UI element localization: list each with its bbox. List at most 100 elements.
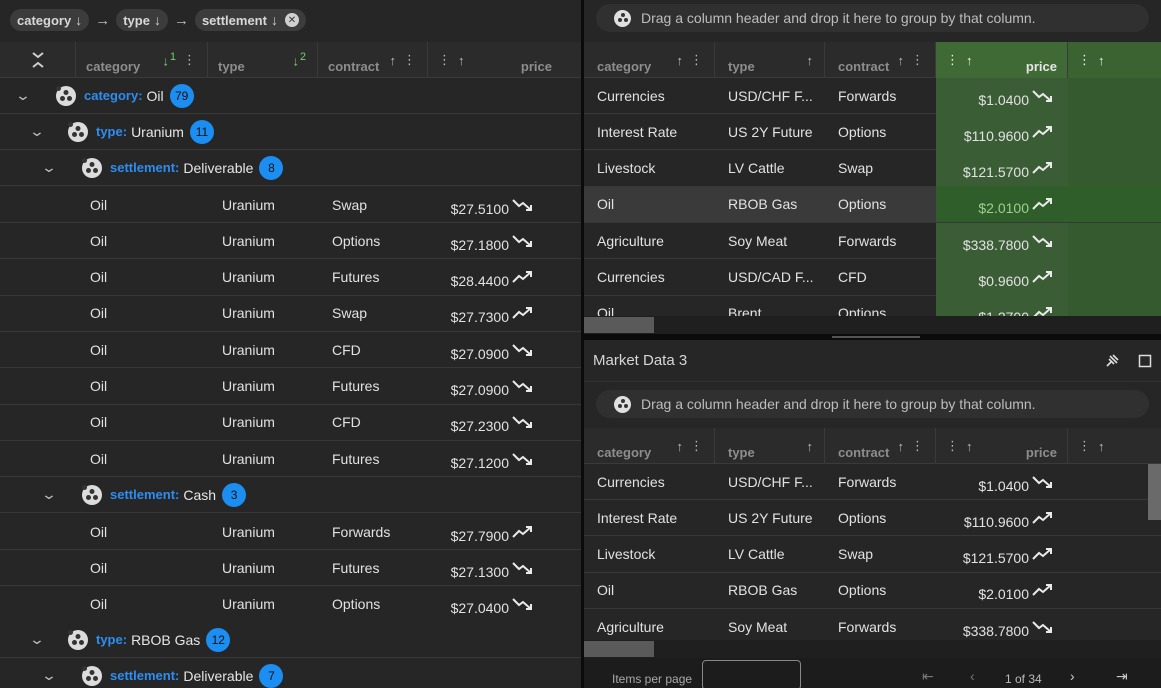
sort-down-icon[interactable]: ↓ <box>75 12 82 28</box>
cell-type[interactable]: USD/CHF F... <box>715 78 825 114</box>
sort-up-icon[interactable]: ↑ <box>807 53 815 68</box>
scrollbar-thumb[interactable] <box>584 641 654 657</box>
chevron-down-icon[interactable]: ⌄ <box>28 667 70 684</box>
cell-category[interactable]: Oil <box>584 186 715 222</box>
cell-type[interactable]: RBOB Gas <box>715 186 825 222</box>
cell-contract[interactable]: Futures <box>322 259 432 295</box>
table-row[interactable]: Oil Uranium Futures $27.1200 <box>0 441 581 478</box>
header-extra[interactable]: ⋮ ↑ <box>1068 42 1161 78</box>
cell-extra[interactable] <box>1068 186 1161 223</box>
sort-down-icon[interactable]: ↓ <box>271 12 278 28</box>
cell-type[interactable]: USD/CHF F... <box>715 464 825 500</box>
chevron-down-icon[interactable]: ⌄ <box>16 631 58 648</box>
cell-category[interactable]: Oil <box>0 550 212 586</box>
sort-up-icon[interactable]: ↑ <box>1098 439 1106 454</box>
sort-up-icon[interactable]: ↑ <box>898 53 906 68</box>
group-row-settlement[interactable]: ⌄ settlement: Deliverable 7 <box>0 658 581 688</box>
prev-page-icon[interactable]: ‹ <box>970 668 975 684</box>
pin-icon[interactable] <box>1102 351 1122 371</box>
table-row[interactable]: Oil Uranium Swap $27.5100 <box>0 187 581 223</box>
cell-price[interactable]: $27.7900 <box>432 514 544 550</box>
header-category[interactable]: category ↑ ⋮ <box>584 428 715 464</box>
cell-category[interactable]: Oil <box>0 404 212 440</box>
cell-price[interactable]: $27.5100 <box>432 187 544 223</box>
group-drop-area[interactable]: Drag a column header and drop it here to… <box>596 4 1149 32</box>
chevron-down-icon[interactable]: ⌄ <box>16 123 58 140</box>
header-contract[interactable]: contract ↑ ⋮ <box>825 42 936 78</box>
column-menu-icon[interactable]: ⋮ <box>690 52 704 68</box>
sort-up-icon[interactable]: ↑ <box>458 53 466 68</box>
header-price[interactable]: ⋮ ↑ price <box>936 42 1068 78</box>
cell-price[interactable]: $121.5700 <box>936 150 1068 187</box>
sort-down-icon[interactable]: ↓ <box>154 12 161 28</box>
horizontal-scrollbar[interactable] <box>584 640 1161 658</box>
header-type[interactable]: type ↑ <box>715 428 825 464</box>
cell-price[interactable]: $2.0100 <box>936 572 1068 608</box>
cell-price[interactable]: $27.1800 <box>432 223 544 259</box>
cell-contract[interactable]: Swap <box>825 150 936 186</box>
cell-type[interactable]: Uranium <box>212 259 322 295</box>
cell-type[interactable]: Uranium <box>212 514 322 550</box>
table-row[interactable]: Oil Uranium CFD $27.0900 <box>0 332 581 369</box>
cell-price[interactable]: $27.0400 <box>432 586 544 622</box>
cell-contract[interactable]: Forwards <box>825 223 936 259</box>
header-type[interactable]: type ↓2 <box>208 42 318 78</box>
table-row[interactable]: Oil Uranium Futures $28.4400 <box>0 260 581 296</box>
sort-up-icon[interactable]: ↑ <box>898 439 906 454</box>
column-menu-icon[interactable]: ⋮ <box>403 52 417 68</box>
cell-type[interactable]: US 2Y Future <box>715 114 825 150</box>
cell-category[interactable]: Oil <box>584 572 715 608</box>
sort-up-icon[interactable]: ↑ <box>966 439 974 454</box>
maximize-icon[interactable] <box>1135 351 1155 371</box>
header-price[interactable]: ⋮ ↑ price <box>428 42 562 78</box>
cell-category[interactable]: Oil <box>0 295 212 331</box>
cell-type[interactable]: Uranium <box>212 223 322 259</box>
header-price[interactable]: ⋮ ↑ price <box>936 428 1068 464</box>
cell-category[interactable]: Interest Rate <box>584 500 715 536</box>
group-row-type[interactable]: ⌄ type: Uranium 11 <box>0 114 581 150</box>
cell-type[interactable]: Uranium <box>212 368 322 404</box>
cell-contract[interactable]: Options <box>825 500 936 536</box>
cell-type[interactable]: LV Cattle <box>715 536 825 572</box>
cell-contract[interactable]: Swap <box>825 536 936 572</box>
table-row[interactable]: Oil Uranium Forwards $27.7900 <box>0 514 581 550</box>
table-row[interactable]: Currencies USD/CHF F... Forwards $1.0400 <box>584 77 1161 114</box>
cell-category[interactable]: Oil <box>0 441 212 477</box>
column-menu-icon[interactable]: ⋮ <box>911 438 925 454</box>
sort-up-icon[interactable]: ↑ <box>390 53 398 68</box>
items-per-page-select[interactable] <box>702 660 801 688</box>
table-row[interactable]: Oil RBOB Gas Options $2.0100 <box>584 186 1161 223</box>
cell-price[interactable]: $27.1200 <box>432 441 544 477</box>
cell-type[interactable]: Uranium <box>212 404 322 440</box>
cell-contract[interactable]: Options <box>322 586 432 622</box>
cell-type[interactable]: USD/CAD F... <box>715 259 825 295</box>
header-category[interactable]: category ↑ ⋮ <box>584 42 715 78</box>
group-row-settlement[interactable]: ⌄ settlement: Cash 3 <box>0 477 581 513</box>
cell-category[interactable]: Currencies <box>584 259 715 295</box>
cell-category[interactable]: Oil <box>0 368 212 404</box>
group-drop-area[interactable]: Drag a column header and drop it here to… <box>596 390 1149 418</box>
cell-contract[interactable]: Options <box>825 572 936 608</box>
cell-type[interactable]: Uranium <box>212 332 322 368</box>
cell-type[interactable]: LV Cattle <box>715 150 825 186</box>
cell-category[interactable]: Livestock <box>584 150 715 186</box>
chevron-down-icon[interactable]: ⌄ <box>28 159 70 176</box>
cell-category[interactable]: Agriculture <box>584 223 715 259</box>
header-contract[interactable]: contract ↑ ⋮ <box>825 428 936 464</box>
table-row[interactable]: Livestock LV Cattle Swap $121.5700 <box>584 537 1161 573</box>
table-row[interactable]: Currencies USD/CHF F... Forwards $1.0400 <box>584 464 1161 500</box>
cell-contract[interactable]: Options <box>825 186 936 222</box>
table-row[interactable]: Interest Rate US 2Y Future Options $110.960… <box>584 113 1161 151</box>
group-chip-category[interactable]: category ↓ <box>10 9 90 31</box>
table-row[interactable]: Oil Uranium Futures $27.1300 <box>0 550 581 587</box>
sort-down-icon[interactable]: ↓2 <box>292 51 307 68</box>
cell-price[interactable]: $110.9600 <box>936 113 1068 150</box>
cell-price[interactable]: $1.0400 <box>936 77 1068 114</box>
group-row-category[interactable]: ⌄ category: Oil 79 <box>0 78 581 114</box>
cell-extra[interactable] <box>1068 536 1161 572</box>
group-row-settlement[interactable]: ⌄ settlement: Deliverable 8 <box>0 150 581 186</box>
group-row-type[interactable]: ⌄ type: RBOB Gas 12 <box>0 622 581 658</box>
remove-chip-icon[interactable]: ✕ <box>284 13 299 27</box>
cell-type[interactable]: Uranium <box>212 441 322 477</box>
chevron-down-icon[interactable]: ⌄ <box>28 486 70 503</box>
